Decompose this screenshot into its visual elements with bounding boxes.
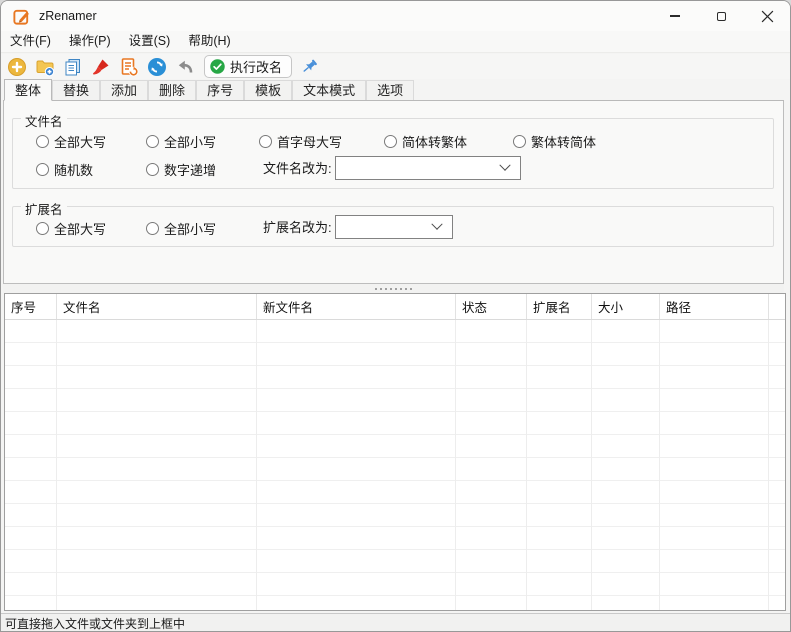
- radio-lowercase[interactable]: 全部小写: [146, 133, 216, 149]
- filename-combo-label: 文件名改为:: [263, 161, 332, 177]
- col-header-new-filename[interactable]: 新文件名: [257, 294, 456, 319]
- radio-circle-icon: [259, 135, 272, 148]
- tab-delete[interactable]: 删除: [148, 80, 196, 100]
- filename-group-title: 文件名: [21, 111, 67, 130]
- close-button[interactable]: [744, 1, 790, 31]
- close-icon: [761, 10, 774, 23]
- window-title: zRenamer: [39, 9, 97, 23]
- filename-groupbox: 文件名 全部大写 全部小写 首字母大写 简体转繁体 繁体转简体: [12, 118, 774, 189]
- radio-label: 繁体转简体: [531, 132, 596, 151]
- radio-traditional-to-simplified[interactable]: 繁体转简体: [513, 133, 596, 149]
- chevron-down-icon: [499, 160, 510, 171]
- file-list-table: 序号 文件名 新文件名 状态 扩展名 大小 路径: [4, 293, 786, 611]
- radio-label: 简体转繁体: [402, 132, 467, 151]
- col-header-status[interactable]: 状态: [456, 294, 527, 319]
- tab-replace[interactable]: 替换: [52, 80, 100, 100]
- radio-simplified-to-traditional[interactable]: 简体转繁体: [384, 133, 467, 149]
- execute-rename-label: 执行改名: [230, 57, 282, 76]
- menu-help[interactable]: 帮助(H): [179, 31, 239, 52]
- radio-ext-lowercase[interactable]: 全部小写: [146, 220, 216, 236]
- tab-strip: 整体 替换 添加 删除 序号 模板 文本模式 选项: [3, 79, 784, 101]
- radio-label: 全部小写: [164, 219, 216, 238]
- pin-icon: [299, 57, 319, 77]
- tab-add[interactable]: 添加: [100, 80, 148, 100]
- clear-brush-icon: [91, 57, 111, 77]
- filename-combobox[interactable]: [335, 156, 521, 180]
- check-circle-icon: [209, 58, 226, 75]
- radio-circle-icon: [384, 135, 397, 148]
- radio-circle-icon: [146, 222, 159, 235]
- status-bar: 可直接拖入文件或文件夹到上框中: [1, 613, 790, 632]
- refresh-names-button[interactable]: [118, 56, 140, 78]
- refresh-names-icon: [119, 57, 139, 77]
- copy-list-icon: [63, 57, 83, 77]
- tab-page-whole: 文件名 全部大写 全部小写 首字母大写 简体转繁体 繁体转简体: [3, 101, 784, 284]
- radio-ext-uppercase[interactable]: 全部大写: [36, 220, 106, 236]
- toolbar: 执行改名: [1, 54, 790, 79]
- radio-circle-icon: [36, 135, 49, 148]
- col-header-index[interactable]: 序号: [5, 294, 57, 319]
- tab-text-mode[interactable]: 文本模式: [292, 80, 366, 100]
- add-folder-button[interactable]: [34, 56, 56, 78]
- copy-list-button[interactable]: [62, 56, 84, 78]
- tab-template[interactable]: 模板: [244, 80, 292, 100]
- app-logo-icon: [12, 7, 31, 26]
- menu-operation[interactable]: 操作(P): [60, 31, 120, 52]
- col-header-extension[interactable]: 扩展名: [527, 294, 592, 319]
- status-hint-text: 可直接拖入文件或文件夹到上框中: [1, 615, 185, 632]
- menu-settings[interactable]: 设置(S): [120, 31, 180, 52]
- radio-circle-icon: [146, 163, 159, 176]
- file-list-body[interactable]: [5, 320, 785, 610]
- file-list-gridlines: [5, 320, 785, 610]
- tab-whole[interactable]: 整体: [4, 79, 52, 101]
- add-folder-icon: [35, 57, 55, 77]
- execute-rename-button[interactable]: 执行改名: [204, 55, 292, 78]
- clear-list-button[interactable]: [90, 56, 112, 78]
- menu-file[interactable]: 文件(F): [1, 31, 60, 52]
- title-bar: zRenamer: [1, 1, 790, 31]
- extension-group-title: 扩展名: [21, 199, 67, 218]
- extension-combobox[interactable]: [335, 215, 453, 239]
- pin-on-top-button[interactable]: [298, 56, 320, 78]
- radio-label: 首字母大写: [277, 132, 342, 151]
- radio-label: 全部小写: [164, 132, 216, 151]
- extension-combo-label: 扩展名改为:: [263, 220, 332, 236]
- add-files-icon: [7, 57, 27, 77]
- radio-label: 随机数: [54, 160, 93, 179]
- radio-label: 数字递增: [164, 160, 216, 179]
- minimize-button[interactable]: [652, 1, 698, 31]
- file-list-header: 序号 文件名 新文件名 状态 扩展名 大小 路径: [5, 294, 785, 320]
- radio-number-increment[interactable]: 数字递增: [146, 161, 216, 177]
- col-header-size[interactable]: 大小: [592, 294, 660, 319]
- menu-bar: 文件(F) 操作(P) 设置(S) 帮助(H): [1, 31, 790, 53]
- radio-circle-icon: [146, 135, 159, 148]
- radio-label: 全部大写: [54, 219, 106, 238]
- splitter-handle[interactable]: [3, 284, 784, 293]
- col-header-path[interactable]: 路径: [660, 294, 769, 319]
- radio-circle-icon: [36, 222, 49, 235]
- extension-groupbox: 扩展名 全部大写 全部小写 扩展名改为:: [12, 206, 774, 247]
- col-header-filename[interactable]: 文件名: [57, 294, 257, 319]
- minimize-icon: [670, 15, 680, 17]
- chevron-down-icon: [431, 219, 442, 230]
- tab-options[interactable]: 选项: [366, 80, 414, 100]
- tab-number[interactable]: 序号: [196, 80, 244, 100]
- maximize-button[interactable]: [698, 1, 744, 31]
- refresh-icon: [147, 57, 167, 77]
- maximize-icon: [717, 12, 726, 21]
- radio-label: 全部大写: [54, 132, 106, 151]
- radio-uppercase[interactable]: 全部大写: [36, 133, 106, 149]
- col-header-filler: [769, 294, 785, 319]
- radio-capitalize[interactable]: 首字母大写: [259, 133, 342, 149]
- radio-circle-icon: [513, 135, 526, 148]
- undo-button[interactable]: [174, 56, 196, 78]
- refresh-button[interactable]: [146, 56, 168, 78]
- radio-circle-icon: [36, 163, 49, 176]
- add-files-button[interactable]: [6, 56, 28, 78]
- radio-random-number[interactable]: 随机数: [36, 161, 93, 177]
- undo-icon: [175, 57, 195, 77]
- app-window: zRenamer 文件(F) 操作(P) 设置(S) 帮助(H): [0, 0, 791, 632]
